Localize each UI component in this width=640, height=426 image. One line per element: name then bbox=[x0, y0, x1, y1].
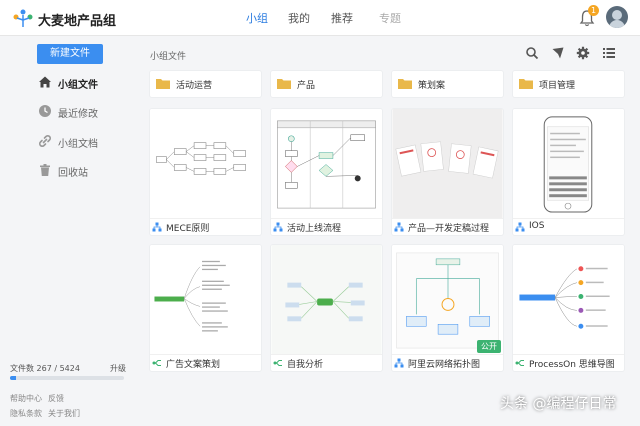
sidebar-item-recent[interactable]: 最近修改 bbox=[38, 103, 138, 121]
sidebar-item-trash[interactable]: 回收站 bbox=[38, 162, 138, 180]
help-center-link[interactable]: 帮助中心 bbox=[10, 393, 42, 404]
sidebar-item-label: 最近修改 bbox=[58, 109, 98, 120]
settings-icon[interactable] bbox=[576, 46, 590, 60]
folder-item[interactable]: 活动运营 bbox=[150, 71, 261, 97]
send-icon[interactable] bbox=[551, 46, 565, 60]
mindmap-icon bbox=[515, 360, 524, 366]
about-link[interactable]: 关于我们 bbox=[48, 408, 80, 419]
file-title: 自我分析 bbox=[287, 360, 324, 370]
file-card[interactable]: 自我分析 bbox=[271, 245, 382, 371]
privacy-link[interactable]: 隐私条款 bbox=[10, 408, 42, 419]
notification-badge: 1 bbox=[588, 5, 599, 16]
folder-item[interactable]: 项目管理 bbox=[513, 71, 624, 97]
flowchart-icon bbox=[515, 222, 525, 232]
main-content: 小组文件 活动运营 产品 策划案 项目管理 MECE原则 活动上线流程 产品—开… bbox=[140, 37, 640, 426]
sidebar-item-label: 小组文档 bbox=[58, 139, 98, 150]
file-title: IOS bbox=[529, 221, 545, 231]
file-thumbnail bbox=[271, 109, 382, 219]
nav-recommend[interactable]: 推荐 bbox=[331, 10, 353, 26]
file-thumbnail bbox=[392, 109, 503, 219]
storage-bar bbox=[10, 376, 124, 380]
storage-bar-fill bbox=[10, 376, 16, 380]
file-card[interactable]: 公开 阿里云网络拓扑图 bbox=[392, 245, 503, 371]
top-bar: 大麦地产品组 小组 我的 推荐 专题 1 bbox=[0, 0, 640, 36]
folder-icon bbox=[519, 79, 533, 89]
nav-group[interactable]: 小组 bbox=[246, 10, 268, 26]
file-card[interactable]: 产品—开发定稿过程 bbox=[392, 109, 503, 235]
link-icon bbox=[39, 135, 51, 147]
file-card[interactable]: IOS bbox=[513, 109, 624, 235]
folder-item[interactable]: 策划案 bbox=[392, 71, 503, 97]
mindmap-icon bbox=[152, 360, 161, 366]
storage-count: 文件数 267 / 5424 bbox=[10, 364, 80, 373]
flowchart-icon bbox=[273, 222, 283, 232]
folder-icon bbox=[398, 79, 412, 89]
file-card[interactable]: MECE原则 bbox=[150, 109, 261, 235]
folder-name: 项目管理 bbox=[539, 81, 576, 91]
logo-icon bbox=[13, 9, 33, 27]
flowchart-icon bbox=[152, 222, 162, 232]
clock-icon bbox=[39, 105, 51, 117]
search-icon[interactable] bbox=[525, 46, 539, 60]
file-title: 阿里云网络拓扑图 bbox=[408, 360, 481, 370]
file-thumbnail bbox=[513, 109, 624, 219]
flowchart-icon bbox=[394, 358, 404, 368]
file-title: ProcessOn 思维导图 bbox=[529, 360, 615, 370]
watermark: 头条 @编程仔日常 bbox=[500, 396, 617, 412]
folder-item[interactable]: 产品 bbox=[271, 71, 382, 97]
file-thumbnail bbox=[513, 245, 624, 355]
sidebar: 新建文件 小组文件 最近修改 小组文档 回收站 文件数 267 / 5424 升… bbox=[0, 37, 140, 426]
public-badge: 公开 bbox=[477, 340, 501, 353]
group-name[interactable]: 大麦地产品组 bbox=[38, 10, 116, 29]
file-thumbnail bbox=[150, 245, 261, 355]
file-title: MECE原则 bbox=[166, 224, 210, 234]
file-title: 活动上线流程 bbox=[287, 224, 342, 234]
file-thumbnail bbox=[150, 109, 261, 219]
file-thumbnail bbox=[271, 245, 382, 355]
folder-name: 活动运营 bbox=[176, 81, 213, 91]
folder-icon bbox=[156, 79, 170, 89]
nav-topics[interactable]: 专题 bbox=[379, 10, 401, 26]
folder-name: 策划案 bbox=[418, 81, 446, 91]
avatar[interactable] bbox=[606, 6, 628, 28]
folder-icon bbox=[277, 79, 291, 89]
file-title: 产品—开发定稿过程 bbox=[408, 224, 490, 234]
trash-icon bbox=[40, 164, 50, 176]
nav-mine[interactable]: 我的 bbox=[288, 10, 310, 26]
upgrade-link[interactable]: 升级 bbox=[110, 363, 126, 374]
flowchart-icon bbox=[394, 222, 404, 232]
new-file-button[interactable]: 新建文件 bbox=[37, 44, 103, 64]
home-icon bbox=[39, 76, 51, 88]
file-card[interactable]: 活动上线流程 bbox=[271, 109, 382, 235]
sidebar-item-label: 小组文件 bbox=[58, 80, 98, 91]
feedback-link[interactable]: 反馈 bbox=[48, 393, 64, 404]
file-card[interactable]: ProcessOn 思维导图 bbox=[513, 245, 624, 371]
file-thumbnail bbox=[392, 245, 503, 355]
file-card[interactable]: 广告文案策划 bbox=[150, 245, 261, 371]
sidebar-item-group-docs[interactable]: 小组文档 bbox=[38, 133, 138, 151]
sidebar-item-label: 回收站 bbox=[58, 168, 88, 179]
file-title: 广告文案策划 bbox=[166, 360, 221, 370]
mindmap-icon bbox=[273, 360, 282, 366]
folder-name: 产品 bbox=[297, 81, 316, 91]
sidebar-item-group-files[interactable]: 小组文件 bbox=[38, 74, 138, 92]
list-view-icon[interactable] bbox=[602, 46, 616, 60]
breadcrumb: 小组文件 bbox=[150, 52, 187, 62]
